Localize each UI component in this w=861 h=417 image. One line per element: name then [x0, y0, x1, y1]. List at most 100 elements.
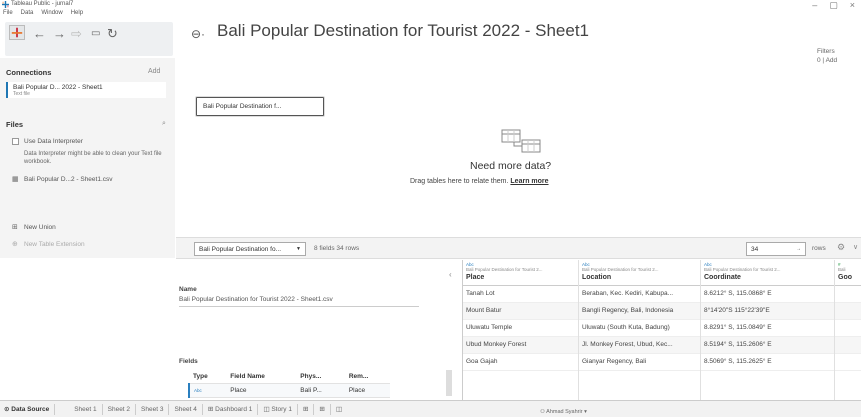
collapse-arrow-icon[interactable]: ‹ [449, 270, 452, 279]
column-source: Bali Popular Destination for Tourist 2..… [704, 267, 781, 272]
metadata-scrollbar[interactable] [446, 370, 452, 396]
tab-sheet-1[interactable]: Sheet 1 [69, 403, 103, 415]
grid-cell[interactable]: 8.5194° S, 115.2606° E [701, 337, 834, 354]
redo-arrow-icon[interactable]: ⇨ [71, 26, 82, 42]
filters-label: Filters [817, 48, 835, 55]
grid-cell[interactable]: 8°14'20"S 115°22'39"E [701, 303, 834, 320]
menu-data[interactable]: Data [21, 10, 34, 19]
grid-cell[interactable]: Ubud Monkey Forest [463, 337, 578, 354]
tableau-logo-icon [2, 1, 9, 8]
use-interpreter-checkbox[interactable] [12, 138, 19, 145]
tableau-home-icon [11, 27, 23, 38]
grid-cell[interactable]: 8.5069° S, 115.2625° E [701, 354, 834, 371]
refresh-icon[interactable]: ↻ [107, 26, 118, 42]
menu-window[interactable]: Window [41, 10, 62, 19]
fields-table: Type Field Name Phys... Rem... Abc Place… [187, 370, 390, 398]
interpreter-note: Data Interpreter might be able to clean … [24, 151, 162, 165]
grid-cell[interactable]: Jl. Monkey Forest, Ubud, Kec... [579, 337, 700, 354]
rows-count-value: 34 [751, 246, 759, 253]
forward-arrow-icon[interactable]: → [53, 26, 66, 41]
file-item[interactable]: Bali Popular D...2 - Sheet1.csv [24, 176, 113, 183]
grid-cell[interactable]: Bangli Regency, Bali, Indonesia [579, 303, 700, 320]
fields-rows-info: 8 fields 34 rows [314, 245, 360, 252]
tab-sheet-3[interactable]: Sheet 3 [136, 403, 170, 415]
col-field-name: Field Name [226, 370, 297, 384]
tab-sheet-2[interactable]: Sheet 2 [103, 403, 137, 415]
menu-file[interactable]: File [3, 10, 13, 19]
grid-header[interactable]: # Bali Goo [835, 260, 861, 286]
left-toolbar: ← → ⇨ ▭ ↻ [5, 22, 173, 56]
rows-label: rows [812, 245, 826, 252]
add-connection-link[interactable]: Add [148, 68, 160, 75]
grid-cell[interactable] [835, 320, 861, 337]
grid-cell[interactable]: Tanah Lot [463, 286, 578, 303]
save-icon[interactable]: ▭ [91, 28, 100, 39]
search-icon[interactable]: ⌕ [162, 120, 166, 128]
tab-story-1[interactable]: ◫ Story 1 [258, 403, 298, 415]
grid-header[interactable]: Abc Bali Popular Destination for Tourist… [579, 260, 700, 286]
user-menu[interactable]: ⚇ Ahmad Syahrir ▾ [540, 409, 587, 415]
page-title[interactable]: Bali Popular Destination for Tourist 202… [217, 21, 589, 41]
column-name: Goo [838, 274, 852, 281]
grid-cell[interactable]: Uluwatu (South Kuta, Badung) [579, 320, 700, 337]
more-chevron-icon[interactable]: ∨ [853, 243, 858, 251]
grid-header[interactable]: Abc Bali Popular Destination for Tourist… [463, 260, 578, 286]
back-arrow-icon[interactable]: ← [33, 26, 46, 41]
tab-sheet-4[interactable]: Sheet 4 [169, 403, 203, 415]
tab-label: Dashboard 1 [215, 405, 253, 413]
grid-cell[interactable] [835, 303, 861, 320]
relate-tables-icon [501, 129, 541, 153]
grid-cell[interactable]: Gianyar Regency, Bali [579, 354, 700, 371]
grid-cell[interactable]: Uluwatu Temple [463, 320, 578, 337]
minimize-button[interactable]: – [812, 0, 817, 11]
table-row[interactable]: Abc Place Bali P... Place [187, 383, 390, 398]
col-physical: Phys... [296, 370, 345, 384]
grid-column-place[interactable]: Abc Bali Popular Destination for Tourist… [463, 260, 579, 400]
grid-cell[interactable] [835, 286, 861, 303]
table-select-dropdown[interactable]: Bali Popular Destination fo... ▼ [194, 242, 306, 256]
new-worksheet-icon[interactable]: ⊞ [298, 403, 315, 415]
sheet-tabs-bar: ⊙ Data Source Sheet 1 Sheet 2 Sheet 3 Sh… [0, 400, 861, 417]
grid-header[interactable]: Abc Bali Popular Destination for Tourist… [701, 260, 834, 286]
grid-cell[interactable]: 8.8291° S, 115.0849° E [701, 320, 834, 337]
new-story-icon[interactable]: ◫ [331, 404, 347, 415]
grid-column-coordinate[interactable]: Abc Bali Popular Destination for Tourist… [701, 260, 835, 400]
menu-help[interactable]: Help [71, 10, 83, 19]
tab-dashboard-1[interactable]: ⊞ Dashboard 1 [203, 403, 259, 415]
connection-item[interactable]: Bali Popular D... 2022 - Sheet1 Text fil… [6, 82, 166, 98]
grid-cell[interactable] [835, 354, 861, 371]
need-more-data-text: Need more data? [470, 160, 552, 172]
column-source: Bali Popular Destination for Tourist 2..… [582, 267, 659, 272]
connection-name: Bali Popular D... 2022 - Sheet1 [13, 84, 103, 91]
grid-column-partial[interactable]: # Bali Goo [835, 260, 861, 400]
grid-cell[interactable]: Mount Batur [463, 303, 578, 320]
connections-heading: Connections [6, 68, 52, 77]
datasource-icon: ⊖· [191, 27, 206, 41]
tab-data-source[interactable]: ⊙ Data Source [0, 403, 56, 415]
new-union-link[interactable]: New Union [24, 224, 56, 231]
grid-cell[interactable]: 8.6212° S, 115.0868° E [701, 286, 834, 303]
grid-column-location[interactable]: Abc Bali Popular Destination for Tourist… [579, 260, 701, 400]
rows-count-input[interactable]: 34 → [746, 242, 806, 256]
learn-more-link[interactable]: Learn more [510, 178, 548, 185]
filters-add-link[interactable]: Add [826, 57, 838, 64]
data-grid: Abc Bali Popular Destination for Tourist… [462, 260, 861, 400]
grid-cell[interactable] [835, 337, 861, 354]
union-icon: ⊞ [12, 224, 18, 231]
grid-cell[interactable]: Goa Gajah [463, 354, 578, 371]
home-logo-button[interactable] [9, 25, 25, 40]
menu-bar: File Data Window Help [3, 10, 83, 19]
window-controls: – ▢ × [812, 0, 855, 11]
name-label: Name [179, 286, 197, 293]
grid-cell[interactable]: Beraban, Kec. Kediri, Kabupa... [579, 286, 700, 303]
settings-gear-icon[interactable]: ⚙ [837, 242, 845, 253]
new-dashboard-icon[interactable]: ⊞ [314, 403, 331, 415]
new-table-extension-link[interactable]: New Table Extension [24, 241, 85, 248]
maximize-button[interactable]: ▢ [829, 0, 838, 11]
fields-table-header: Type Field Name Phys... Rem... [189, 370, 390, 384]
source-file-name: Bali Popular Destination for Tourist 202… [179, 296, 419, 307]
rows-arrow-icon: → [796, 246, 801, 252]
close-button[interactable]: × [850, 0, 855, 11]
window-title: Tableau Public - jurnal7 [11, 1, 74, 7]
canvas-table-card[interactable]: Bali Popular Destination f... [196, 97, 324, 116]
